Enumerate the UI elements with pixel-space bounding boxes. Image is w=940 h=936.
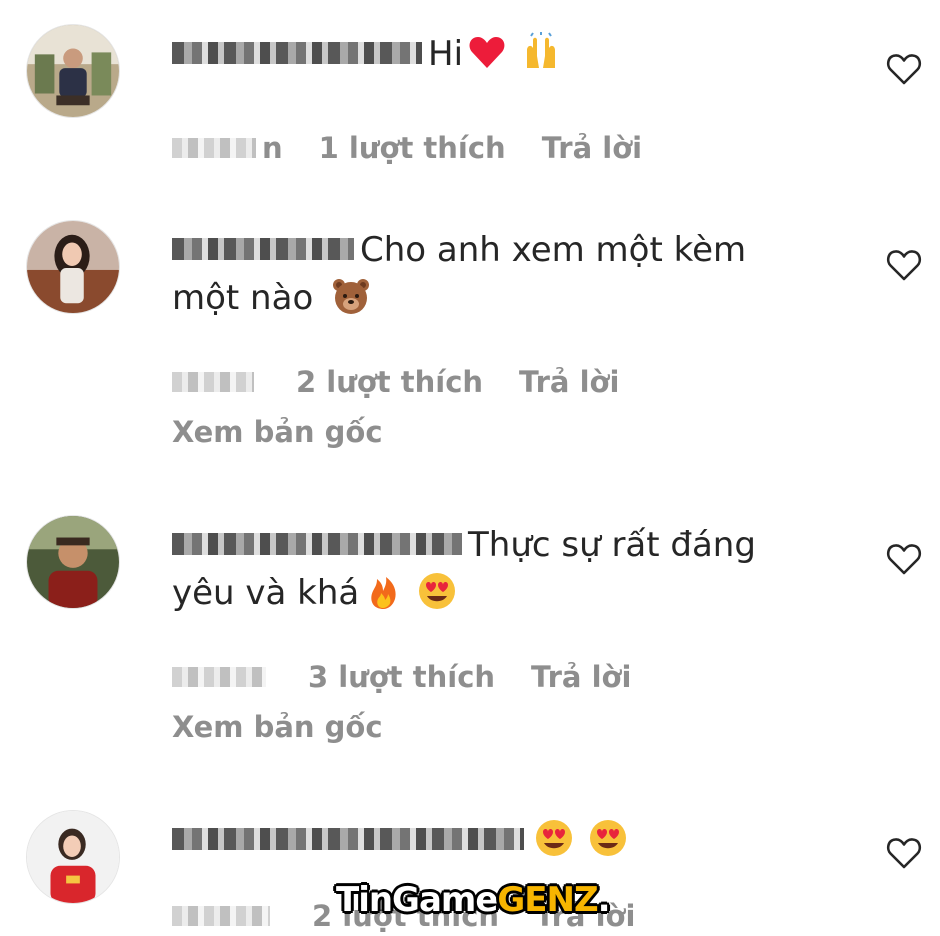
like-heart-icon[interactable] (886, 542, 922, 576)
heart-eyes-icon (588, 818, 628, 858)
bear-face-icon (331, 276, 371, 316)
likes-count[interactable]: 1 lượt thích (319, 128, 506, 168)
like-heart-icon[interactable] (886, 52, 922, 86)
avatar-photo-icon (27, 516, 119, 608)
comment-text-line: Thực sự rất đáng (468, 525, 756, 565)
heart-eyes-icon (417, 571, 457, 611)
timestamp-blurred (172, 372, 254, 392)
watermark-logo: TinGameGENZ. (336, 880, 611, 920)
likes-count[interactable]: 2 lượt thích (296, 362, 483, 402)
timestamp-blurred (172, 138, 256, 158)
timestamp-blurred (172, 906, 270, 926)
watermark-part2: GENZ (497, 880, 598, 920)
heart-eyes-icon (534, 818, 574, 858)
see-original-link[interactable]: Xem bản gốc (172, 707, 812, 747)
reply-button[interactable]: Trả lời (531, 657, 631, 697)
avatar-photo-icon (27, 25, 119, 117)
likes-count[interactable]: 3 lượt thích (308, 657, 495, 697)
like-heart-icon[interactable] (886, 836, 922, 870)
comment-text-line: một nào (172, 278, 314, 318)
avatar-photo-icon (27, 811, 119, 903)
comment-text-line: Hi (428, 34, 464, 74)
watermark-part1: TinGame (336, 880, 498, 920)
comment-text-line: yêu và khá (172, 573, 360, 613)
fire-icon (363, 571, 403, 611)
see-original-link[interactable]: Xem bản gốc (172, 412, 812, 452)
timestamp-suffix: n (262, 131, 283, 165)
comment-text: Cho anh xem một kèm (172, 226, 812, 274)
comment-text: yêu và khá (172, 569, 812, 617)
username-blurred[interactable] (172, 237, 354, 260)
comment-text: một nào (172, 274, 812, 322)
timestamp-blurred (172, 667, 266, 687)
username-blurred[interactable] (172, 532, 462, 555)
username-blurred[interactable] (172, 827, 524, 850)
avatar[interactable] (26, 810, 120, 904)
comment-text-line: Cho anh xem một kèm (360, 230, 747, 270)
comment-text: Thực sự rất đáng (172, 521, 812, 569)
avatar[interactable] (26, 515, 120, 609)
red-heart-icon (467, 32, 507, 72)
like-heart-icon[interactable] (886, 248, 922, 282)
reply-button[interactable]: Trả lời (519, 362, 619, 402)
raising-hands-icon (521, 31, 561, 72)
comment-meta: n 1 lượt thích Trả lời (172, 126, 812, 168)
username-blurred[interactable] (172, 41, 422, 64)
avatar[interactable] (26, 220, 120, 314)
comment-text: Hi (172, 30, 812, 78)
comment-meta: 3 lượt thích Trả lời (172, 655, 812, 697)
reply-button[interactable]: Trả lời (542, 128, 642, 168)
comment-text (172, 816, 812, 864)
avatar-photo-icon (27, 221, 119, 313)
comment-meta: 2 lượt thích Trả lời (172, 360, 812, 402)
avatar[interactable] (26, 24, 120, 118)
watermark-part3: . (597, 880, 611, 920)
